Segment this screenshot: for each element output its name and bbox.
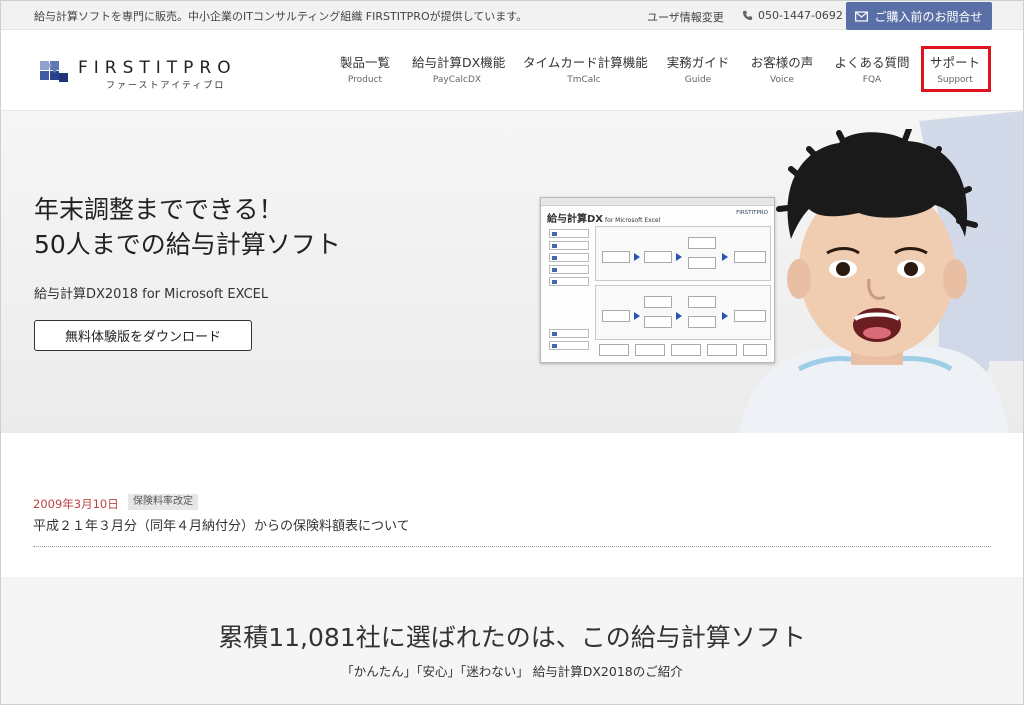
nav-label-en: TmCalc <box>567 75 601 85</box>
nav-item-paycalcdx[interactable]: 給与計算DX機能 PayCalcDX <box>412 52 506 85</box>
nav-item-faq[interactable]: よくある質問 FQA <box>833 52 911 85</box>
nav-label-en: Voice <box>770 75 794 85</box>
intro-tagline: 「かんたん」「安心」「迷わない」 給与計算DX2018のご紹介 <box>341 664 683 679</box>
arrow-icon <box>634 253 640 261</box>
nav-item-product[interactable]: 製品一覧 Product <box>340 52 390 85</box>
app-menu-button <box>549 253 589 262</box>
arrow-icon <box>676 312 682 320</box>
intro-section: 累積11,081社に選ばれたのは、この給与計算ソフト 「かんたん」「安心」「迷わ… <box>1 577 1023 704</box>
hero-subtitle: 給与計算DX2018 for Microsoft EXCEL <box>34 287 269 302</box>
app-title-sub: for Microsoft Excel <box>605 217 661 224</box>
nav-item-tmcalc[interactable]: タイムカード計算機能 TmCalc <box>523 52 648 85</box>
news-title-link[interactable]: 平成２１年３月分（同年４月納付分）からの保険料額表について <box>33 515 410 534</box>
support-highlight-box <box>921 46 991 92</box>
pre-purchase-inquiry-button[interactable]: ご購入前のお問合せ <box>846 2 992 30</box>
news-date: 2009年3月10日 <box>33 497 119 511</box>
app-flow-node <box>688 316 716 328</box>
nav-label-jp: 実務ガイド <box>666 55 730 70</box>
nav-label-jp: タイムカード計算機能 <box>523 55 648 70</box>
nav-label-en: Guide <box>684 75 712 85</box>
nav-item-voice[interactable]: お客様の声 Voice <box>750 52 814 85</box>
app-bottom-button <box>671 344 701 356</box>
hero-banner: 年末調整までできる！ 50人までの給与計算ソフト 給与計算DX2018 for … <box>1 111 1023 433</box>
arrow-icon <box>676 253 682 261</box>
nav-label-en: PayCalcDX <box>432 75 482 85</box>
envelope-icon <box>855 10 869 22</box>
nav-label-jp: 給与計算DX機能 <box>412 55 506 70</box>
app-menu-button <box>549 341 589 350</box>
app-window-title: 給与計算DX for Microsoft Excel <box>547 210 660 225</box>
nav-label-en: FQA <box>862 75 882 85</box>
app-flow-node <box>644 316 672 328</box>
app-menu-button <box>549 229 589 238</box>
user-info-link[interactable]: ユーザ情報変更 <box>647 9 724 25</box>
nav-label-jp: お客様の声 <box>750 55 814 70</box>
trial-download-button[interactable]: 無料体験版をダウンロード <box>34 320 252 351</box>
arrow-icon <box>634 312 640 320</box>
app-flow-node <box>688 257 716 269</box>
app-flow-node <box>644 251 672 263</box>
boy-photo <box>739 129 1009 433</box>
app-menu-button <box>549 265 589 274</box>
phone-text: 050-1447-0692 <box>758 9 843 22</box>
app-flow-node <box>644 296 672 308</box>
app-flow-node <box>602 310 630 322</box>
app-menu-button <box>549 241 589 250</box>
hero-headline-line2: 50人までの給与計算ソフト <box>34 230 341 259</box>
app-flow-node <box>602 251 630 263</box>
hero-headline: 年末調整までできる！ 50人までの給与計算ソフト <box>34 192 341 262</box>
app-bottom-button <box>707 344 737 356</box>
site-tagline: 給与計算ソフトを専門に販売。中小企業のITコンサルティング組織 FIRSTITP… <box>34 10 528 23</box>
arrow-icon <box>722 312 728 320</box>
news-category-badge: 保険料率改定 <box>128 494 198 510</box>
app-flow-node <box>688 296 716 308</box>
app-menu-button <box>549 329 589 338</box>
app-bottom-button <box>635 344 665 356</box>
site-header: FIRSTITPRO ファーストアイティプロ 製品一覧 Product 給与計算… <box>1 30 1023 111</box>
app-menu-button <box>549 277 589 286</box>
nav-item-guide[interactable]: 実務ガイド Guide <box>666 52 730 85</box>
main-nav: 製品一覧 Product 給与計算DX機能 PayCalcDX タイムカード計算… <box>1 52 1023 92</box>
nav-label-jp: 製品一覧 <box>340 55 391 70</box>
app-flow-node <box>688 237 716 249</box>
arrow-icon <box>722 253 728 261</box>
nav-label-jp: よくある質問 <box>834 55 910 70</box>
inquiry-label: ご購入前のお問合せ <box>874 9 983 24</box>
nav-label-en: Product <box>347 75 383 85</box>
app-side-menu <box>547 226 591 358</box>
phone-number: 050-1447-0692 <box>742 9 843 22</box>
app-title-text: 給与計算DX <box>547 214 604 225</box>
hero-headline-line1: 年末調整までできる！ <box>34 195 284 224</box>
top-bar: 給与計算ソフトを専門に販売。中小企業のITコンサルティング組織 FIRSTITP… <box>1 1 1023 30</box>
intro-heading: 累積11,081社に選ばれたのは、この給与計算ソフト <box>218 623 806 652</box>
phone-icon <box>742 10 753 21</box>
app-bottom-button <box>599 344 629 356</box>
news-divider <box>33 546 991 547</box>
